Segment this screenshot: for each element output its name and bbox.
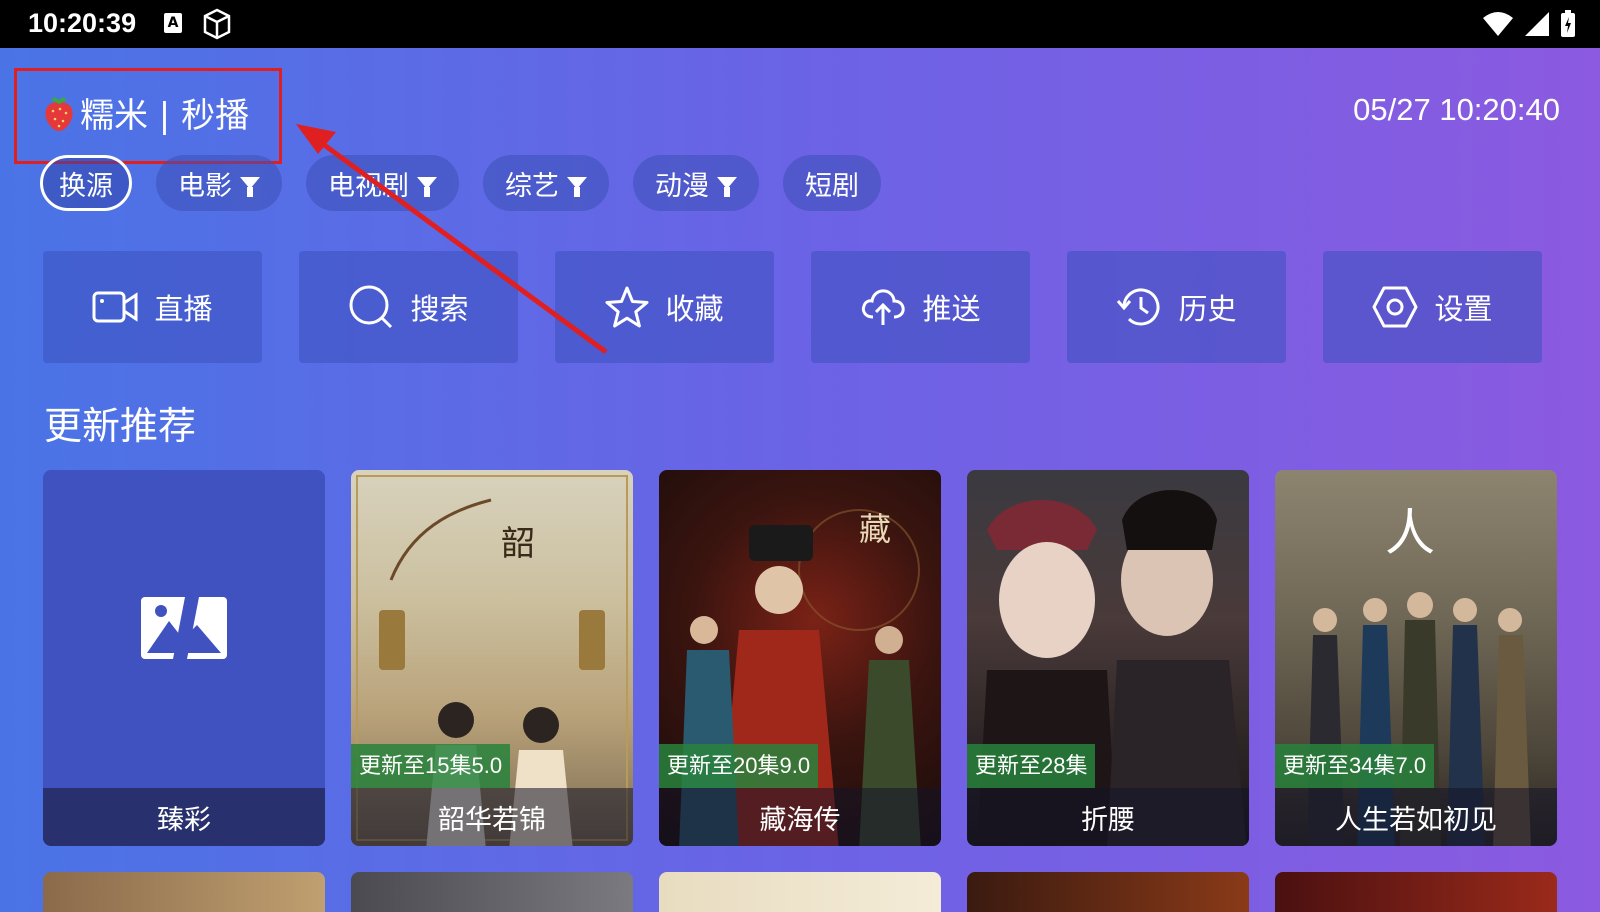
card-title-text: 人生若如初见 (1335, 804, 1497, 836)
search-icon (349, 285, 393, 329)
push-button[interactable]: 推送 (811, 251, 1030, 363)
update-badge: 更新至34集7.0 (1275, 744, 1435, 788)
next-row-cards (43, 872, 1557, 912)
chip-label: 动漫 (655, 170, 709, 202)
action-label: 设置 (1434, 292, 1493, 326)
history-icon (1117, 288, 1160, 326)
annotation-highlight-box (14, 68, 282, 164)
section-title: 更新推荐 (44, 404, 197, 448)
status-bar: 10:20:39 A (0, 0, 1600, 48)
cube-icon (203, 8, 231, 40)
header-clock: 05/27 10:20:40 (1353, 92, 1560, 127)
quick-actions: 直播 搜索 收藏 推送 历史 设置 (43, 251, 1542, 363)
gear-icon (1372, 286, 1418, 328)
chip-tv-series[interactable]: 电视剧 (306, 155, 459, 211)
card-title: 折腰 (967, 788, 1249, 846)
card-title-text: 韶华若锦 (438, 804, 546, 836)
action-label: 历史 (1178, 292, 1237, 326)
chip-label: 电视剧 (328, 170, 409, 202)
status-time: 10:20:39 (28, 8, 137, 38)
category-chips: 换源 电影 电视剧 综艺 动漫 短剧 (40, 155, 881, 211)
card-title: 人生若如初见 (1275, 788, 1557, 846)
chip-variety[interactable]: 综艺 (483, 155, 609, 211)
update-badge: 更新至20集9.0 (659, 744, 819, 788)
card-title: 藏海传 (659, 788, 941, 846)
chip-label: 综艺 (505, 170, 559, 202)
card-title-text: 臻彩 (157, 804, 211, 836)
video-card[interactable]: 人 更新至34集7.0 人生若如初见 (1275, 470, 1557, 846)
card-title: 臻彩 (43, 788, 325, 846)
history-button[interactable]: 历史 (1067, 251, 1286, 363)
svg-text:藏: 藏 (859, 510, 891, 548)
chip-short-drama[interactable]: 短剧 (783, 155, 881, 211)
video-card[interactable]: 更新至28集 折腰 (967, 470, 1249, 846)
settings-button[interactable]: 设置 (1323, 251, 1542, 363)
filter-icon (567, 177, 587, 197)
action-label: 搜索 (410, 292, 469, 326)
chip-label: 换源 (59, 170, 113, 202)
video-card[interactable] (43, 872, 325, 912)
search-button[interactable]: 搜索 (299, 251, 518, 363)
action-label: 直播 (154, 292, 213, 326)
video-card[interactable] (659, 872, 941, 912)
filter-icon (240, 177, 260, 197)
cloud-upload-icon (862, 289, 906, 325)
video-card[interactable] (351, 872, 633, 912)
video-card[interactable] (1275, 872, 1557, 912)
live-button[interactable]: 直播 (43, 251, 262, 363)
video-card[interactable]: 臻彩 (43, 470, 325, 846)
star-icon (605, 286, 649, 328)
video-card[interactable]: 韶 更新至15集5.0 韶华若锦 (351, 470, 633, 846)
video-card[interactable]: 藏 更新至20集9.0 藏海传 (659, 470, 941, 846)
chip-anime[interactable]: 动漫 (633, 155, 759, 211)
video-camera-icon (92, 291, 138, 323)
wifi-icon (1483, 12, 1513, 36)
svg-text:人: 人 (1385, 504, 1435, 562)
chip-label: 短剧 (805, 170, 859, 202)
video-card[interactable] (967, 872, 1249, 912)
action-label: 收藏 (665, 292, 724, 326)
svg-text:韶: 韶 (501, 524, 535, 564)
favorites-button[interactable]: 收藏 (555, 251, 774, 363)
notification-a-icon: A (164, 13, 182, 33)
recommend-grid: 臻彩 韶 更新至15集5.0 韶华若锦 藏 更新至20集9.0 藏海传 更新至2… (43, 470, 1557, 846)
signal-icon (1525, 12, 1549, 36)
card-title: 韶华若锦 (351, 788, 633, 846)
chip-movies[interactable]: 电影 (156, 155, 282, 211)
card-title-text: 藏海传 (759, 804, 841, 836)
chip-source-switch[interactable]: 换源 (40, 155, 132, 211)
update-badge: 更新至15集5.0 (351, 744, 511, 788)
chip-label: 电影 (178, 170, 232, 202)
filter-icon (417, 177, 437, 197)
image-placeholder-icon (141, 597, 227, 659)
filter-icon (717, 177, 737, 197)
battery-icon (1561, 10, 1575, 37)
action-label: 推送 (922, 292, 981, 326)
update-badge: 更新至28集 (967, 744, 1096, 788)
card-title-text: 折腰 (1081, 804, 1135, 836)
